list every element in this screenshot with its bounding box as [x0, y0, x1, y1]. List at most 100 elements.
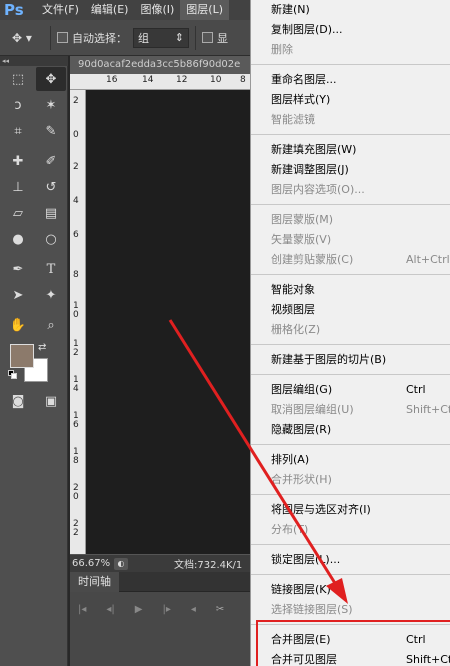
default-colors-icon[interactable]: [8, 370, 18, 380]
crop-tool-icon[interactable]: ⌗: [3, 119, 33, 143]
divider: [195, 25, 196, 50]
auto-select-dropdown[interactable]: 组 ⇕: [133, 27, 189, 48]
layer-menu-item[interactable]: 重命名图层...: [251, 70, 450, 90]
layer-menu-item[interactable]: 链接图层(K): [251, 580, 450, 600]
move-tool-preset-icon[interactable]: ✥ ▾: [0, 20, 44, 56]
lasso-tool-icon[interactable]: ↄ: [3, 93, 33, 117]
menu-item-label: 重命名图层...: [271, 73, 337, 86]
magic-wand-icon[interactable]: ✶: [36, 93, 66, 117]
menu-item-label: 矢量蒙版(V): [271, 233, 332, 246]
menu-item-label: 图层蒙版(M): [271, 213, 334, 226]
menu-item-label: 图层编组(G): [271, 383, 333, 396]
ruler-label: 2: [73, 162, 79, 172]
foreground-color-swatch[interactable]: [10, 344, 34, 368]
menu-file[interactable]: 文件(F): [36, 0, 85, 20]
layer-menu-item[interactable]: 复制图层(D)...: [251, 20, 450, 40]
menu-item-label: 选择链接图层(S): [271, 603, 353, 616]
ruler-label: 16: [106, 75, 118, 85]
document-tab[interactable]: 90d0acaf2edda3cc5b86f90d02e: [70, 56, 250, 74]
ruler-label: 2 2: [73, 519, 79, 538]
move-tool-icon[interactable]: ✥: [36, 67, 66, 91]
layer-menu-item[interactable]: 将图层与选区对齐(I): [251, 500, 450, 520]
layer-menu-item[interactable]: 隐藏图层(R): [251, 420, 450, 440]
eyedropper-icon[interactable]: ✎: [36, 119, 66, 143]
blur-tool-icon[interactable]: ●: [3, 227, 33, 251]
menu-separator: [251, 544, 450, 545]
menu-item-label: 新建(N): [271, 3, 310, 16]
ruler-label: 14: [142, 75, 154, 85]
layer-menu-item: 删除: [251, 40, 450, 60]
menu-item-label: 栅格化(Z): [271, 323, 321, 336]
swap-colors-icon[interactable]: ⇄: [38, 342, 46, 353]
layer-menu-item: 创建剪贴蒙版(C) Alt+Ctrl: [251, 250, 450, 270]
menu-edit[interactable]: 编辑(E): [85, 0, 135, 20]
brush-tool-icon[interactable]: ✐: [36, 149, 66, 173]
layer-menu-item[interactable]: 视频图层: [251, 300, 450, 320]
menu-item-shortcut: Shift+Ctrl: [406, 403, 450, 416]
dodge-tool-icon[interactable]: ○: [36, 227, 66, 251]
eraser-tool-icon[interactable]: ▱: [3, 201, 33, 225]
hand-tool-icon[interactable]: ✋: [3, 313, 33, 337]
clone-stamp-icon[interactable]: ⊥: [3, 175, 33, 199]
menu-layer[interactable]: 图层(L): [180, 0, 230, 20]
menu-separator: [251, 494, 450, 495]
ruler-label: 1 6: [73, 411, 79, 430]
gradient-tool-icon[interactable]: ▤: [36, 201, 66, 225]
next-frame-icon[interactable]: |▸: [162, 604, 170, 615]
first-frame-icon[interactable]: |◂: [78, 604, 86, 615]
timeline-panel-header: 时间轴: [70, 572, 250, 592]
layer-menu-item: 图层内容选项(O)...: [251, 180, 450, 200]
ruler-label: 2: [73, 96, 79, 106]
pen-tool-icon[interactable]: ✒: [3, 257, 33, 281]
menu-item-label: 分布(T): [271, 523, 309, 536]
menu-separator: [251, 374, 450, 375]
zoom-level[interactable]: 66.67%: [70, 558, 114, 569]
custom-shape-icon[interactable]: ✦: [36, 283, 66, 307]
quick-mask-icon[interactable]: ◙: [3, 389, 33, 413]
history-brush-icon[interactable]: ↺: [36, 175, 66, 199]
menu-separator: [251, 64, 450, 65]
layer-menu-item: 图层蒙版(M): [251, 210, 450, 230]
menu-item-label: 将图层与选区对齐(I): [271, 503, 371, 516]
menu-item-label: 隐藏图层(R): [271, 423, 332, 436]
tools-panel-collapse[interactable]: ◂◂: [0, 56, 68, 66]
layer-menu-item[interactable]: 新建调整图层(J): [251, 160, 450, 180]
type-tool-icon[interactable]: T: [36, 257, 66, 281]
show-transform-checkbox[interactable]: [202, 32, 213, 43]
layer-menu-item[interactable]: 锁定图层(L)...: [251, 550, 450, 570]
menu-item-label: 复制图层(D)...: [271, 23, 343, 36]
menu-item-label: 新建基于图层的切片(B): [271, 353, 387, 366]
play-icon[interactable]: ▶: [135, 604, 143, 615]
document-size: 文档:732.4K/1: [174, 560, 243, 571]
scissors-icon[interactable]: ✂: [216, 604, 224, 615]
tab-timeline[interactable]: 时间轴: [70, 572, 119, 592]
layer-menu-item[interactable]: 新建(N): [251, 0, 450, 20]
path-selection-icon[interactable]: ➤: [3, 283, 33, 307]
audio-icon[interactable]: ◂: [191, 604, 196, 615]
marquee-tool-icon[interactable]: ⬚: [3, 67, 33, 91]
previous-frame-icon[interactable]: ◂|: [106, 604, 114, 615]
layer-menu-item[interactable]: 图层编组(G) Ctrl: [251, 380, 450, 400]
layer-menu-item[interactable]: 新建填充图层(W): [251, 140, 450, 160]
layer-menu-item[interactable]: 智能对象: [251, 280, 450, 300]
layer-menu-item[interactable]: 图层样式(Y): [251, 90, 450, 110]
screen-mode-icon[interactable]: ▣: [36, 389, 66, 413]
zoom-tool-icon[interactable]: ⌕: [36, 313, 66, 337]
menu-image[interactable]: 图像(I): [134, 0, 180, 20]
menu-item-label: 新建填充图层(W): [271, 143, 357, 156]
color-swatches: ⇄: [0, 342, 67, 388]
auto-select-label: 自动选择：: [72, 31, 127, 45]
ruler-label: 8: [73, 270, 79, 280]
menu-item-label: 智能滤镜: [271, 113, 315, 126]
timeline-panel: |◂ ◂| ▶ |▸ ◂ ✂: [70, 592, 250, 666]
auto-select-checkbox[interactable]: [57, 32, 68, 43]
ruler-label: 1 4: [73, 375, 79, 394]
layer-menu-item[interactable]: 排列(A): [251, 450, 450, 470]
layer-menu-item[interactable]: 新建基于图层的切片(B): [251, 350, 450, 370]
healing-brush-icon[interactable]: ✚: [3, 149, 33, 173]
ruler-label: 1 8: [73, 447, 79, 466]
layer-menu-item: 矢量蒙版(V): [251, 230, 450, 250]
document-canvas[interactable]: [86, 90, 250, 554]
vertical-ruler: 2 0 2 4 6 8 1 0 1 2 1 4 1 6 1 8 2 0 2 2: [70, 90, 86, 554]
status-menu-icon[interactable]: ◐: [114, 557, 128, 570]
